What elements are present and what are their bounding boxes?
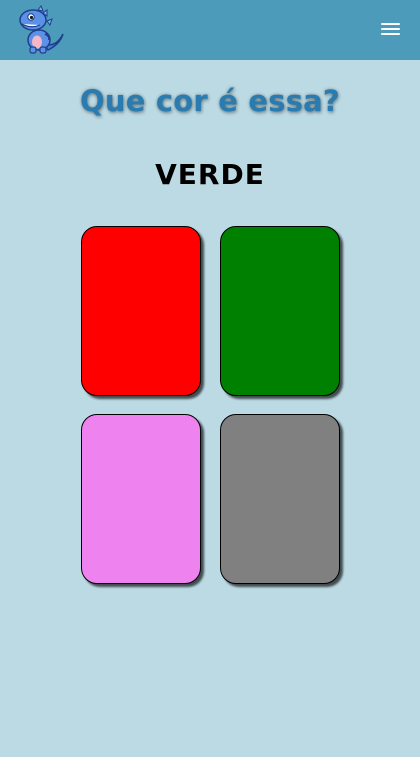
color-card-green[interactable] xyxy=(220,226,340,396)
game-title: Que cor é essa? xyxy=(80,84,340,118)
hamburger-menu-icon[interactable] xyxy=(381,21,400,37)
menu-bar xyxy=(381,33,400,35)
menu-bar xyxy=(381,23,400,25)
color-card-gray[interactable] xyxy=(220,414,340,584)
target-color-word: VERDE xyxy=(155,158,265,191)
menu-bar xyxy=(381,28,400,30)
dinosaur-logo-icon[interactable] xyxy=(14,4,66,56)
color-card-violet[interactable] xyxy=(81,414,201,584)
color-card-red[interactable] xyxy=(81,226,201,396)
app-header xyxy=(0,0,420,60)
